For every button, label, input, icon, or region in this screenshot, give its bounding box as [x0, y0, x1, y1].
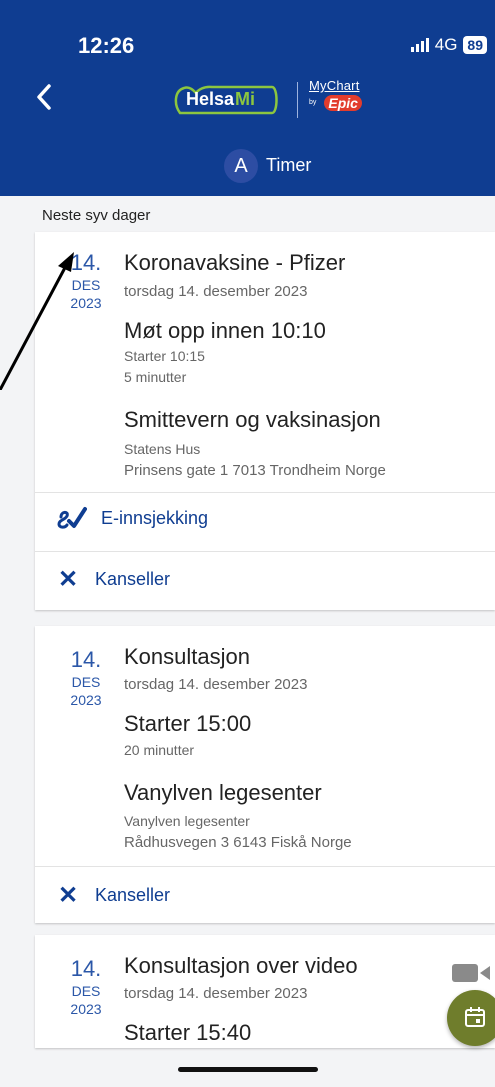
- appointment-date-text: torsdag 14. desember 2023: [124, 985, 308, 1002]
- echeckin-icon: [57, 507, 87, 529]
- department: Smittevern og vaksinasjon: [124, 407, 381, 432]
- helsa-text: Helsa: [186, 89, 235, 109]
- start-time: Starter 15:40: [124, 1020, 252, 1045]
- appointment-card[interactable]: 14. DES 2023 Koronavaksine - Pfizer tors…: [35, 232, 495, 610]
- appointment-date: 14. DES 2023: [62, 956, 110, 1018]
- date-month: DES: [71, 983, 101, 999]
- mychart-text: MyChart: [309, 78, 360, 93]
- epic-text: Epic: [324, 95, 362, 111]
- date-year: 2023: [70, 692, 102, 708]
- app-header: 12:26 4G 89 Helsa Mi MyChart by Epic A T…: [0, 0, 495, 196]
- close-icon: ✕: [57, 882, 79, 909]
- echeckin-button[interactable]: E-innsjekking: [55, 505, 208, 531]
- start-time: Starter 15:00: [124, 711, 252, 736]
- echeckin-label: E-innsjekking: [101, 507, 209, 528]
- mi-text: Mi: [235, 89, 255, 109]
- close-icon: ✕: [57, 566, 79, 593]
- appointment-card[interactable]: 14. DES 2023 Konsultasjon over video tor…: [35, 935, 495, 1048]
- date-year: 2023: [70, 1001, 102, 1017]
- calendar-icon: [465, 1007, 485, 1027]
- divider: [35, 866, 495, 867]
- section-label: Neste syv dager: [42, 207, 151, 224]
- cancel-label: Kanseller: [95, 885, 171, 905]
- appointment-title: Koronavaksine - Pfizer: [124, 250, 346, 275]
- home-indicator[interactable]: [178, 1067, 318, 1072]
- back-button[interactable]: [34, 82, 54, 118]
- by-text: by: [309, 98, 317, 106]
- chevron-left-icon: [37, 84, 51, 110]
- annotation-arrow: [0, 252, 74, 390]
- divider: [35, 492, 495, 493]
- appointment-date-text: torsdag 14. desember 2023: [124, 283, 308, 300]
- arrival-time: Møt opp innen 10:10: [124, 318, 326, 343]
- mychart-logo: MyChart by Epic: [309, 78, 379, 122]
- location-address: Rådhusvegen 3 6143 Fiskå Norge: [124, 834, 352, 851]
- schedule-button[interactable]: [447, 990, 495, 1046]
- appointment-title: Konsultasjon over video: [124, 953, 358, 978]
- helsami-logo: Helsa Mi: [172, 83, 280, 117]
- cancel-button[interactable]: ✕ Kanseller: [55, 881, 170, 910]
- location-address: Prinsens gate 1 7013 Trondheim Norge: [124, 462, 386, 479]
- location-name: Statens Hus: [124, 441, 201, 457]
- avatar[interactable]: A: [224, 149, 258, 183]
- start-time: Starter 10:15: [124, 348, 205, 364]
- appointment-date: 14. DES 2023: [62, 647, 110, 709]
- logo-divider: [297, 82, 298, 118]
- date-day: 14.: [70, 956, 102, 981]
- appointment-card[interactable]: 14. DES 2023 Konsultasjon torsdag 14. de…: [35, 626, 495, 923]
- cancel-button[interactable]: ✕ Kanseller: [55, 565, 170, 594]
- battery-level: 89: [463, 36, 487, 54]
- duration: 20 minutter: [124, 742, 195, 758]
- date-day: 14.: [70, 647, 102, 672]
- location-name: Vanylven legesenter: [124, 813, 250, 829]
- signal-icon: [410, 38, 429, 52]
- cancel-label: Kanseller: [95, 569, 171, 589]
- appointment-title: Konsultasjon: [124, 644, 250, 669]
- duration: 5 minutter: [124, 369, 187, 385]
- department: Vanylven legesenter: [124, 780, 322, 805]
- divider: [35, 551, 495, 552]
- appointment-date-text: torsdag 14. desember 2023: [124, 676, 308, 693]
- status-time: 12:26: [78, 33, 135, 58]
- status-indicators: 4G 89: [410, 35, 487, 55]
- date-month: DES: [71, 674, 101, 690]
- page-title: Timer: [266, 155, 312, 175]
- video-icon: [452, 964, 490, 982]
- network-type: 4G: [434, 35, 458, 54]
